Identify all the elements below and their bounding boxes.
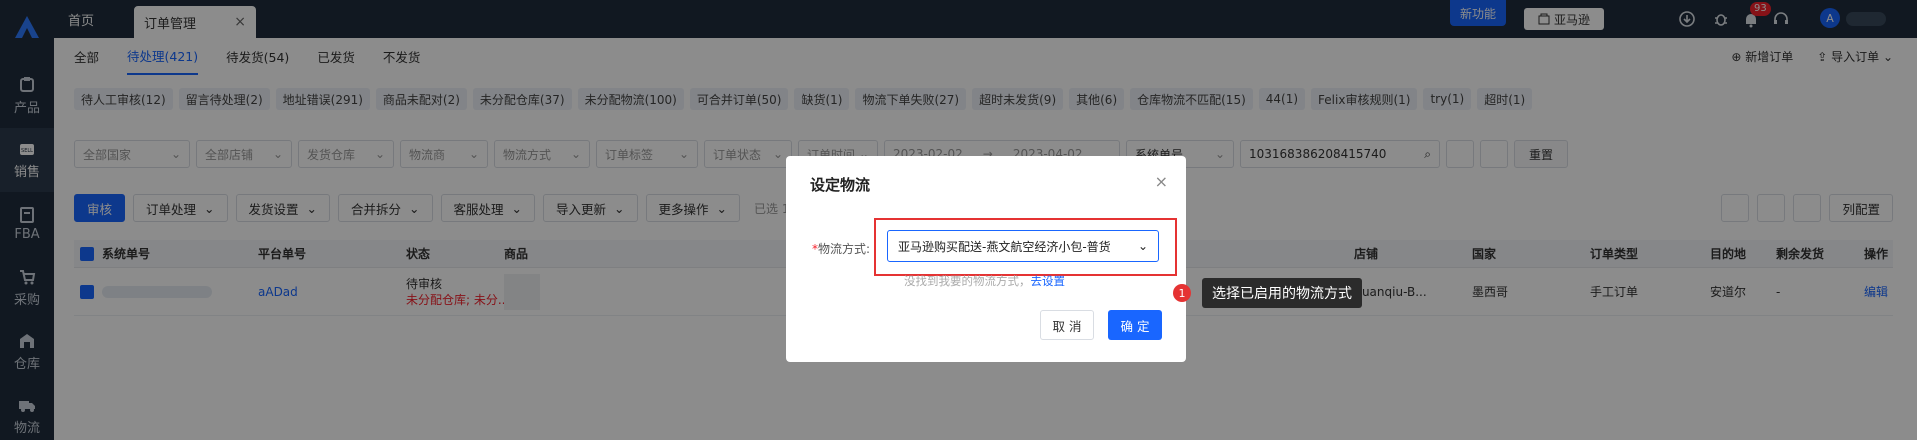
cancel-button[interactable]: 取 消 xyxy=(1040,310,1094,340)
shipping-method-selected: 亚马逊购买配送-燕文航空经济小包-普货 xyxy=(898,239,1111,254)
shipping-method-dropdown[interactable]: 亚马逊购买配送-燕文航空经济小包-普货 ⌄ xyxy=(887,230,1159,262)
shipping-method-label-text: 物流方式: xyxy=(818,242,871,256)
guide-tooltip: 选择已启用的物流方式 xyxy=(1202,278,1362,308)
shipping-method-label: *物流方式: xyxy=(812,240,870,257)
setup-hint: 没找到我要的物流方式，去设置 xyxy=(904,273,1065,289)
hint-text: 没找到我要的物流方式， xyxy=(904,274,1031,288)
confirm-button[interactable]: 确 定 xyxy=(1108,310,1162,340)
close-icon[interactable]: × xyxy=(1155,172,1168,191)
chevron-down-icon: ⌄ xyxy=(1137,239,1148,253)
step-number-badge: 1 xyxy=(1173,284,1191,302)
set-logistics-dialog: 设定物流 × *物流方式: 亚马逊购买配送-燕文航空经济小包-普货 ⌄ 没找到我… xyxy=(786,156,1186,362)
dialog-title: 设定物流 xyxy=(810,176,871,194)
go-settings-link[interactable]: 去设置 xyxy=(1031,274,1066,288)
